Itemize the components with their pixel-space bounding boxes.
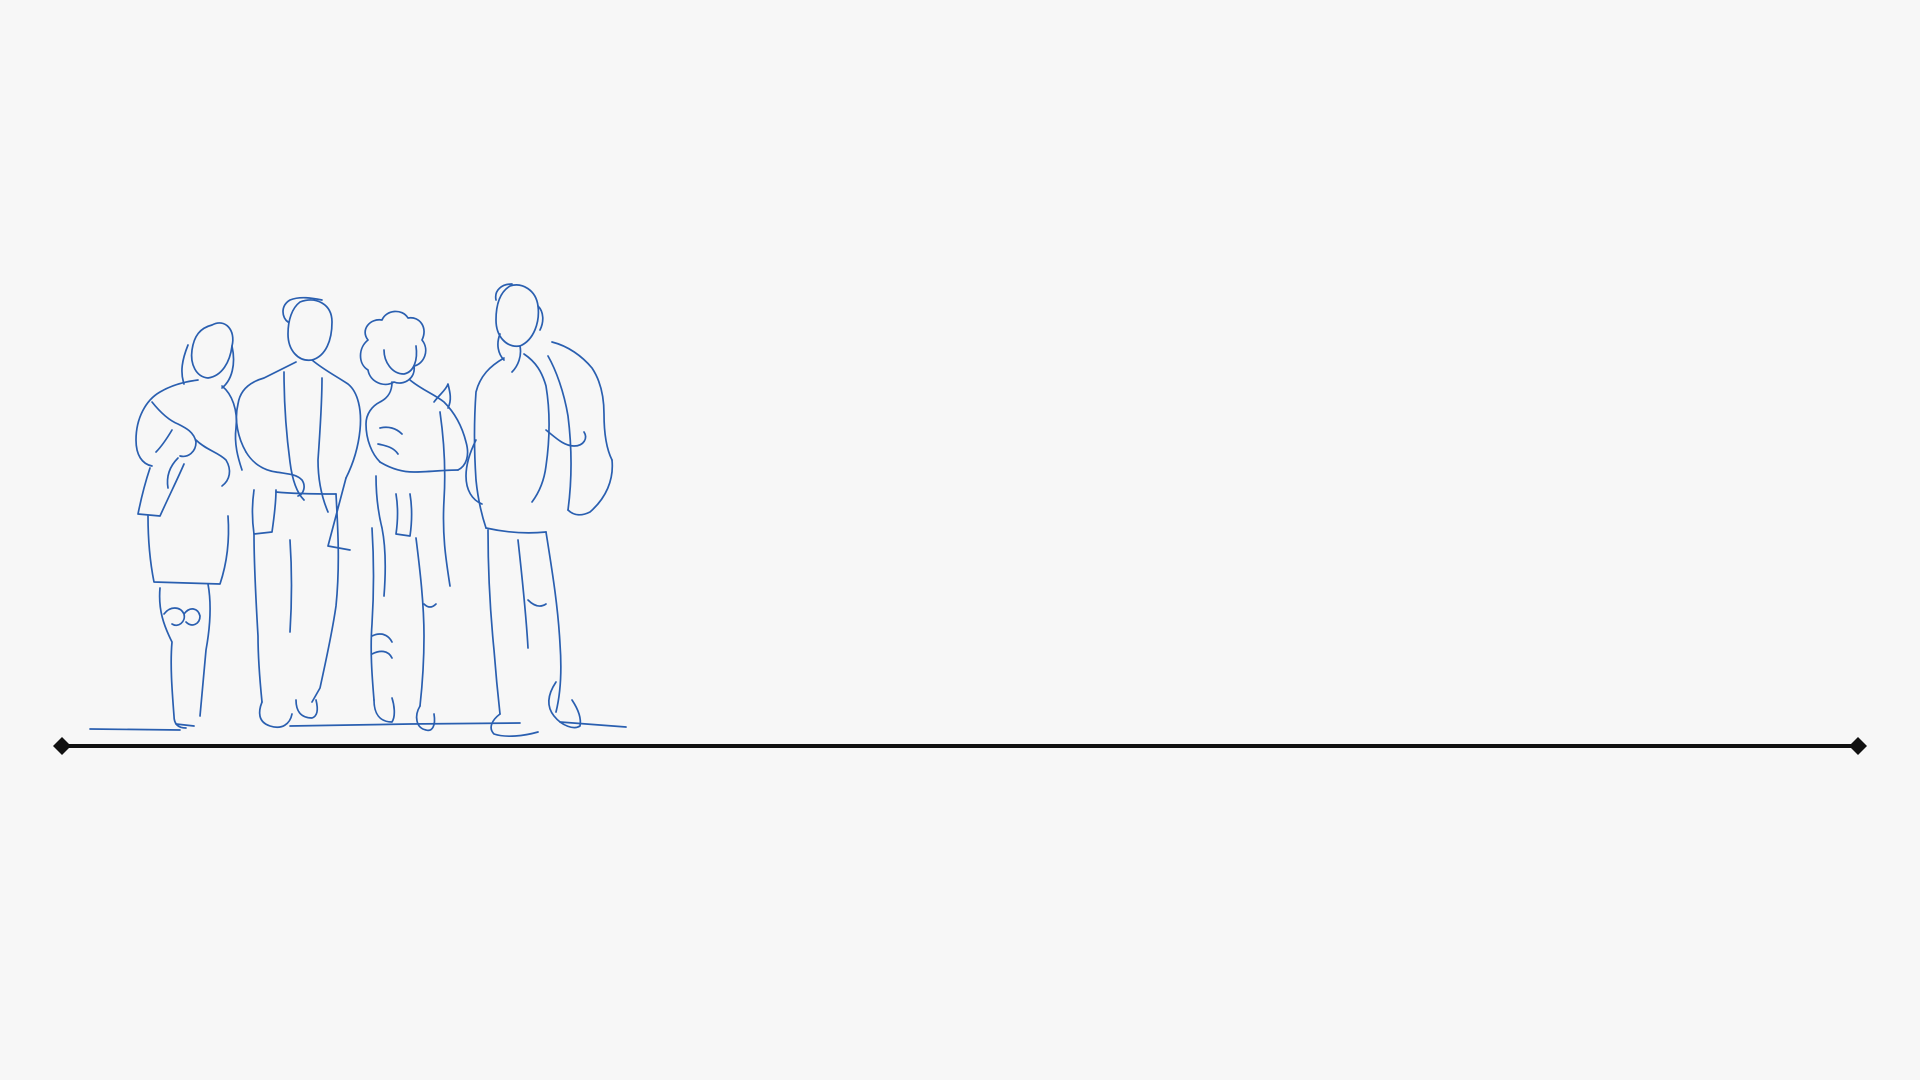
slide-canvas <box>0 0 1920 1080</box>
slide-background <box>0 0 1920 1080</box>
